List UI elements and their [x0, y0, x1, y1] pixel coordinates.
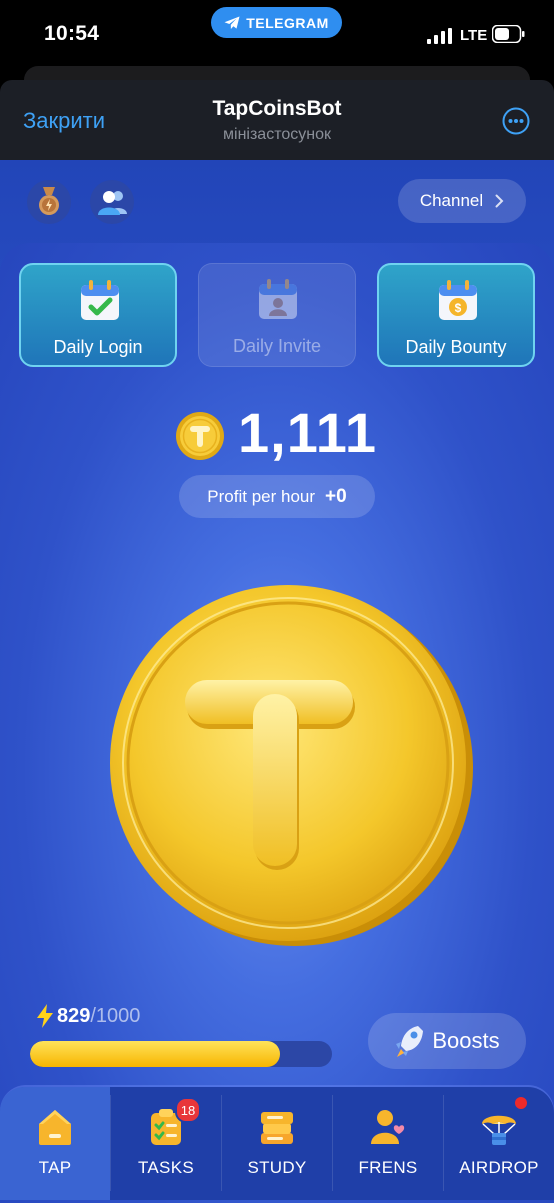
nav-tap-label: TAP	[38, 1158, 72, 1177]
energy-current: 829	[57, 1004, 91, 1027]
nav-study-label: STUDY	[247, 1158, 307, 1177]
bot-subtitle: мінізастосунок	[223, 126, 331, 143]
airdrop-notification-dot	[515, 1097, 527, 1109]
daily-bounty-card[interactable]: $ Daily Bounty	[377, 263, 535, 367]
daily-invite-label: Daily Invite	[232, 336, 322, 356]
profit-per-hour: Profit per hour +0	[179, 475, 375, 518]
channel-label: Channel	[419, 191, 484, 210]
rank-medal-button[interactable]	[27, 180, 71, 224]
calendar-coin-icon: $	[439, 280, 477, 320]
chevron-right-icon	[495, 194, 504, 208]
friends-icon	[371, 1110, 405, 1144]
profile-button[interactable]	[90, 180, 134, 224]
boosts-button[interactable]: Boosts	[368, 1013, 526, 1069]
energy-bar	[30, 1041, 332, 1067]
nav-tasks[interactable]: 18 TASKS	[111, 1087, 221, 1200]
bot-title: TapCoinsBot	[212, 97, 342, 120]
daily-login-card[interactable]: Daily Login	[19, 263, 177, 367]
medal-icon	[39, 187, 59, 215]
coin-icon	[176, 412, 224, 460]
nav-tap[interactable]: TAP	[0, 1087, 110, 1200]
telegram-plane-icon	[224, 16, 240, 29]
telegram-pill[interactable]: TELEGRAM	[211, 7, 342, 38]
profit-label: Profit per hour	[207, 486, 316, 506]
telegram-pill-label: TELEGRAM	[246, 14, 329, 31]
nav-frens[interactable]: FRENS	[333, 1087, 443, 1200]
signal-icon	[427, 28, 452, 44]
parachute-icon	[482, 1115, 516, 1145]
calendar-check-icon	[81, 280, 119, 320]
status-time: 10:54	[44, 22, 100, 45]
svg-text:$: $	[455, 301, 462, 315]
profit-value: +0	[325, 485, 347, 507]
daily-bounty-label: Daily Bounty	[405, 337, 507, 357]
home-icon	[39, 1110, 71, 1145]
daily-invite-card[interactable]: Daily Invite	[198, 263, 356, 367]
nav-airdrop[interactable]: AIRDROP	[444, 1087, 554, 1200]
bottom-nav: TAP 18 TASKS STUDY FRENS AIRDROP	[0, 1087, 554, 1200]
energy-counter: 829 /1000	[36, 1004, 140, 1028]
tap-coin-button[interactable]	[107, 582, 473, 948]
energy-max: /1000	[90, 1004, 141, 1027]
energy-bar-fill	[30, 1041, 281, 1067]
coin-balance: 1,111	[238, 401, 377, 464]
nav-study[interactable]: STUDY	[222, 1087, 332, 1200]
books-icon	[261, 1112, 293, 1144]
calendar-person-icon	[259, 279, 297, 319]
rocket-icon	[396, 1026, 424, 1057]
battery-icon	[492, 25, 525, 43]
daily-login-label: Daily Login	[53, 337, 143, 357]
lightning-icon	[37, 1004, 53, 1028]
nav-frens-label: FRENS	[358, 1158, 418, 1177]
nav-airdrop-label: AIRDROP	[459, 1158, 539, 1177]
users-icon	[98, 191, 127, 215]
nav-tasks-label: TASKS	[138, 1158, 194, 1177]
boosts-label: Boosts	[432, 1028, 500, 1053]
more-options-icon[interactable]	[502, 107, 530, 135]
network-type: LTE	[460, 27, 488, 44]
status-bar: 10:54 TELEGRAM LTE	[0, 0, 554, 66]
tasks-badge: 18	[175, 1097, 201, 1123]
channel-button[interactable]: Channel	[398, 179, 526, 223]
